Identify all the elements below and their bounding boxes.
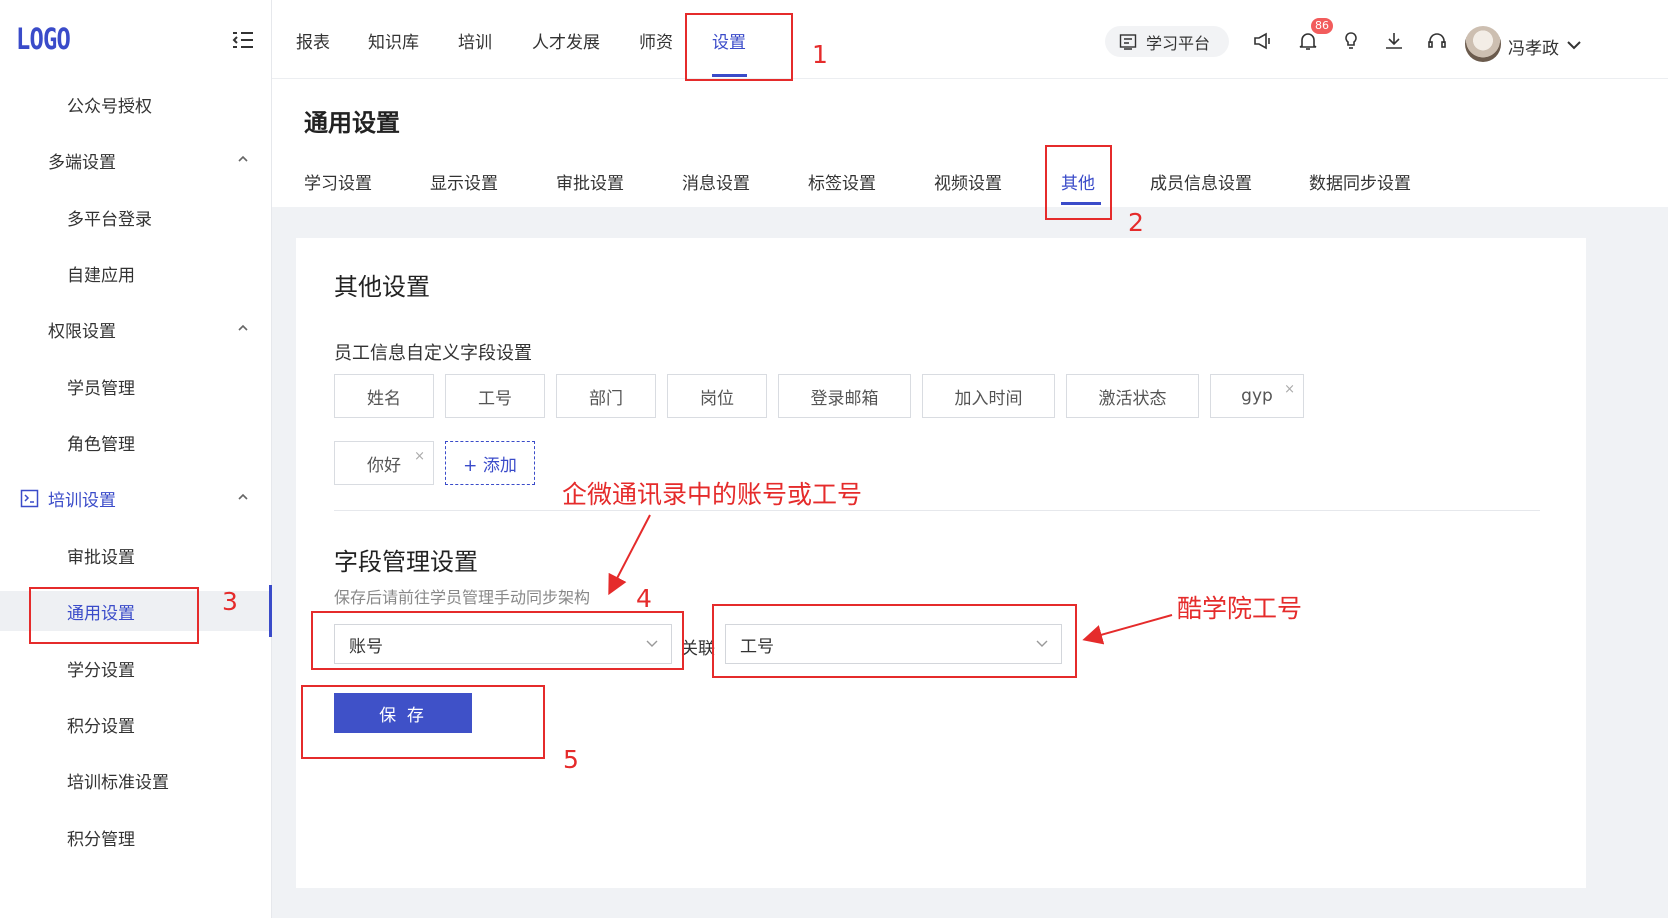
sidebar-item-label: 公众号授权 — [67, 96, 152, 117]
chevron-up-icon — [238, 324, 248, 331]
sidebar-item-label: 学分设置 — [67, 660, 135, 681]
notification-badge: 86 — [1311, 18, 1333, 34]
sidebar-group-training-settings[interactable]: 培训设置 — [0, 478, 272, 518]
sidebar-item-label: 审批设置 — [67, 547, 135, 568]
tab-tag-settings[interactable]: 标签设置 — [808, 169, 876, 194]
sidebar-group-multi-terminal[interactable]: 多端设置 — [0, 140, 272, 180]
sidebar-item-role-management[interactable]: 角色管理 — [0, 422, 272, 462]
sidebar-group-label: 权限设置 — [48, 321, 116, 342]
field-management-title: 字段管理设置 — [334, 548, 478, 576]
sidebar-item-credit-settings[interactable]: 学分设置 — [0, 648, 272, 688]
collapse-menu-icon[interactable] — [232, 30, 254, 50]
sidebar-item-label: 培训标准设置 — [67, 772, 169, 793]
field-management-tip: 保存后请前往学员管理手动同步架构 — [334, 588, 591, 607]
field-tag-label: 你好 — [367, 455, 401, 476]
download-icon[interactable] — [1383, 30, 1405, 52]
announcement-icon[interactable] — [1252, 30, 1274, 52]
headset-icon[interactable] — [1426, 30, 1448, 52]
sidebar-item-label: 多平台登录 — [67, 209, 152, 230]
annotation-box-4 — [311, 611, 684, 670]
field-tag-nihao[interactable]: 你好 × — [334, 441, 434, 485]
chevron-up-icon — [238, 155, 248, 162]
annotation-number-2: 2 — [1128, 208, 1144, 237]
annotation-box-link — [712, 604, 1077, 678]
field-tag-name[interactable]: 姓名 — [334, 374, 434, 418]
lightbulb-icon[interactable] — [1340, 30, 1362, 52]
field-tag-label: 工号 — [478, 388, 512, 409]
tab-data-sync-settings[interactable]: 数据同步设置 — [1309, 169, 1411, 194]
close-icon[interactable]: × — [1284, 382, 1295, 397]
field-tag-label: 岗位 — [700, 388, 734, 409]
sidebar-item-label: 积分管理 — [67, 829, 135, 850]
sidebar-item-approval-settings[interactable]: 审批设置 — [0, 535, 272, 575]
platform-icon — [1119, 33, 1137, 50]
sidebar-item-official-account[interactable]: 公众号授权 — [0, 84, 272, 124]
tab-training[interactable]: 培训 — [458, 28, 492, 53]
sidebar-item-training-standard[interactable]: 培训标准设置 — [0, 760, 272, 800]
sidebar-group-label: 多端设置 — [48, 152, 116, 173]
sidebar-item-label: 积分设置 — [67, 716, 135, 737]
field-tag-label: 加入时间 — [954, 388, 1023, 409]
tab-learning-settings[interactable]: 学习设置 — [304, 169, 372, 194]
sidebar-item-label: 学员管理 — [67, 378, 135, 399]
field-tag-label: gyp — [1241, 386, 1273, 406]
tab-display-settings[interactable]: 显示设置 — [430, 169, 498, 194]
field-tag-employee-id[interactable]: 工号 — [445, 374, 545, 418]
field-tag-label: 登录邮箱 — [810, 388, 879, 409]
annotation-number-3: 3 — [222, 587, 238, 616]
annotation-box-5 — [301, 685, 545, 759]
sidebar-item-label: 角色管理 — [67, 434, 135, 455]
annotation-box-3 — [29, 587, 199, 644]
sidebar-item-multi-platform-login[interactable]: 多平台登录 — [0, 197, 272, 237]
chevron-up-icon — [238, 493, 248, 500]
annotation-note-wecom: 企微通讯录中的账号或工号 — [562, 480, 863, 509]
tab-instructors[interactable]: 师资 — [639, 28, 673, 53]
sidebar-group-label: 培训设置 — [48, 490, 116, 511]
divider — [334, 510, 1540, 511]
field-tag-join-time[interactable]: 加入时间 — [922, 374, 1055, 418]
sidebar-item-points-settings[interactable]: 积分设置 — [0, 704, 272, 744]
field-tag-department[interactable]: 部门 — [556, 374, 656, 418]
tab-talent-development[interactable]: 人才发展 — [532, 28, 600, 53]
annotation-box-2 — [1045, 145, 1112, 220]
field-tag-label: 姓名 — [367, 388, 401, 409]
field-tag-activation-status[interactable]: 激活状态 — [1066, 374, 1199, 418]
custom-fields-label: 员工信息自定义字段设置 — [334, 343, 532, 364]
close-icon[interactable]: × — [414, 449, 425, 464]
username[interactable]: 冯孝政 — [1508, 34, 1559, 59]
tab-reports[interactable]: 报表 — [296, 28, 330, 53]
sidebar-group-permissions[interactable]: 权限设置 — [0, 309, 272, 349]
annotation-note-kuxueyuan: 酷学院工号 — [1177, 594, 1303, 623]
card-title: 其他设置 — [334, 273, 430, 301]
logo[interactable]: LOGO — [16, 22, 71, 56]
annotation-number-4: 4 — [636, 584, 652, 613]
annotation-box-1 — [685, 13, 793, 81]
sidebar: LOGO 公众号授权 多端设置 多平台登录 自建应用 权限设置 学员管理 角色管… — [0, 0, 272, 918]
training-settings-icon — [20, 489, 39, 508]
field-tag-gyp[interactable]: gyp × — [1210, 374, 1304, 418]
field-tag-login-email[interactable]: 登录邮箱 — [778, 374, 911, 418]
field-tag-position[interactable]: 岗位 — [667, 374, 767, 418]
sidebar-item-custom-app[interactable]: 自建应用 — [0, 253, 272, 293]
sidebar-item-points-management[interactable]: 积分管理 — [0, 817, 272, 857]
chevron-down-icon[interactable] — [1566, 38, 1582, 52]
learning-platform-label: 学习平台 — [1146, 33, 1211, 53]
tab-knowledge-base[interactable]: 知识库 — [368, 28, 419, 53]
tab-video-settings[interactable]: 视频设置 — [934, 169, 1002, 194]
sidebar-item-student-management[interactable]: 学员管理 — [0, 366, 272, 406]
tab-member-info-settings[interactable]: 成员信息设置 — [1150, 169, 1252, 194]
sidebar-item-label: 自建应用 — [67, 265, 135, 286]
link-label: 关联 — [681, 639, 715, 659]
annotation-number-1: 1 — [812, 40, 828, 69]
avatar[interactable] — [1465, 26, 1501, 62]
field-tag-label: 激活状态 — [1098, 388, 1167, 409]
learning-platform-button[interactable]: 学习平台 — [1105, 26, 1229, 57]
tab-approval-settings[interactable]: 审批设置 — [556, 169, 624, 194]
add-field-button[interactable]: + 添加 — [445, 441, 535, 485]
settings-card — [296, 238, 1586, 888]
field-tag-label: 部门 — [589, 388, 623, 409]
tab-message-settings[interactable]: 消息设置 — [682, 169, 750, 194]
annotation-number-5: 5 — [563, 745, 579, 774]
page-title: 通用设置 — [304, 109, 400, 137]
